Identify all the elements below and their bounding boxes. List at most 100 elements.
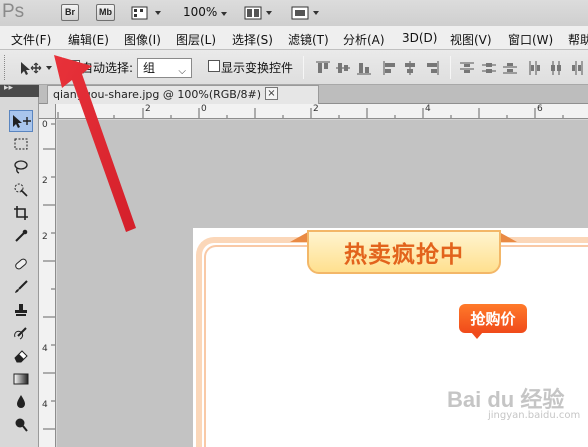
align-horizontal-centers-icon[interactable] [403,61,417,75]
banner-ribbon-left [290,232,308,242]
document-tab[interactable]: qianggou-share.jpg @ 100%(RGB/8#) * [47,85,319,104]
horizontal-ruler[interactable]: 4 2 0 2 4 6 [56,104,588,119]
eyedropper-tool[interactable] [9,225,33,247]
arrange-documents-button[interactable] [244,4,272,21]
crop-icon [14,206,28,220]
healing-brush-tool[interactable] [9,253,33,275]
ruler-label: 2 [42,176,48,186]
mini-bridge-button[interactable]: Mb [96,4,115,21]
marquee-tool[interactable] [9,133,33,155]
options-grip[interactable] [4,55,7,80]
quick-selection-tool[interactable] [9,179,33,201]
options-separator [62,56,63,79]
align-left-edges-icon[interactable] [383,61,397,75]
ruler-label: 4 [42,344,48,354]
ruler-label: 4 [42,400,48,410]
arrange-documents-icon [244,6,262,19]
tools-panel-header[interactable]: ▸▸ [0,83,39,97]
ruler-origin[interactable] [39,104,56,119]
menu-layer[interactable]: 图层(L) [176,31,216,48]
menu-analysis[interactable]: 分析(A) [343,31,385,48]
history-brush-icon [14,327,27,340]
ruler-label: 2 [42,232,48,242]
distribute-left-edges-icon[interactable] [528,61,542,75]
history-brush-tool[interactable] [9,322,33,344]
watermark-url: jingyan.baidu.com [488,410,581,421]
application-bar: Ps Br Mb 100% [0,0,588,26]
auto-select-value: 组 [143,61,156,75]
marquee-icon [14,138,28,150]
move-tool-icon [21,62,42,75]
menu-image[interactable]: 图像(I) [124,31,161,48]
view-extras-icon [131,6,148,19]
blur-tool[interactable] [9,391,33,413]
align-bottom-edges-icon[interactable] [357,61,371,75]
auto-select-checkbox[interactable] [68,58,80,72]
photoshop-window: Ps Br Mb 100% 文件(F) 编辑(E) 图像(I) 图层(L) 选择… [0,0,588,447]
healing-brush-icon [15,258,27,270]
document-tab-bar: qianggou-share.jpg @ 100%(RGB/8#) * [39,85,588,104]
eraser-icon [14,350,28,363]
auto-select-dropdown[interactable]: 组 ⌵ [137,58,192,78]
quick-selection-icon [14,183,28,197]
align-right-edges-icon[interactable] [425,61,439,75]
bridge-button[interactable]: Br [61,4,79,21]
menu-3d[interactable]: 3D(D) [402,31,437,45]
hot-sale-banner: 热卖疯抢中 [307,230,501,274]
distribute-vertical-centers-icon[interactable] [482,61,496,75]
menu-help[interactable]: 帮助 [568,31,588,48]
show-transform-label: 显示变换控件 [221,61,294,75]
gradient-tool[interactable] [9,368,33,390]
collapse-icon[interactable]: ▸▸ [4,83,13,93]
options-separator [303,56,304,79]
menu-view[interactable]: 视图(V) [450,31,492,48]
price-tag: 抢购价 [459,304,527,333]
distribute-top-edges-icon[interactable] [460,61,474,75]
lasso-tool[interactable] [9,156,33,178]
crop-tool[interactable] [9,202,33,224]
options-bar: 自动选择: 组 ⌵ 显示变换控件 [0,50,588,85]
distribute-horizontal-centers-icon[interactable] [549,61,563,75]
menu-file[interactable]: 文件(F) [11,31,51,48]
menu-edit[interactable]: 编辑(E) [68,31,109,48]
zoom-level[interactable]: 100% [183,5,228,19]
ruler-label: 2 [313,104,319,114]
eraser-tool[interactable] [9,345,33,367]
tool-preset-picker[interactable] [18,59,56,77]
distribute-bottom-edges-icon[interactable] [503,61,517,75]
close-document-button[interactable]: × [265,87,278,100]
price-tag-tail [471,332,483,339]
screen-mode-button[interactable] [291,4,319,21]
chevron-down-icon: ⌵ [178,66,186,77]
dodge-tool[interactable] [9,414,33,436]
price-tag-text: 抢购价 [470,310,516,328]
move-tool-icon [13,115,31,128]
eyedropper-icon [15,229,28,242]
screen-mode-icon [291,6,309,19]
ruler-label: 0 [201,104,207,114]
auto-select-label: 自动选择: [81,61,134,75]
move-tool[interactable] [9,110,33,132]
dodge-icon [15,418,28,432]
menu-select[interactable]: 选择(S) [232,31,273,48]
ruler-label: 2 [145,104,151,114]
tools-panel: ▸▸ [0,83,39,447]
banner-ribbon-right [499,232,517,242]
vertical-ruler[interactable]: 0 2 2 4 4 [39,104,56,447]
app-logo: Ps [2,1,25,22]
ruler-label: 4 [88,104,94,114]
align-vertical-centers-icon[interactable] [336,61,350,75]
options-separator [450,56,451,79]
brush-tool[interactable] [9,276,33,298]
menu-window[interactable]: 窗口(W) [508,31,553,48]
view-extras-button[interactable] [131,4,161,21]
ruler-ticks [57,108,564,118]
distribute-right-edges-icon[interactable] [570,61,584,75]
align-top-edges-icon[interactable] [316,61,330,75]
show-transform-checkbox[interactable] [208,60,220,72]
brush-icon [15,280,28,293]
clone-stamp-tool[interactable] [9,299,33,321]
blur-drop-icon [17,395,25,408]
ruler-label: 6 [537,104,543,114]
menu-filter[interactable]: 滤镜(T) [288,31,329,48]
